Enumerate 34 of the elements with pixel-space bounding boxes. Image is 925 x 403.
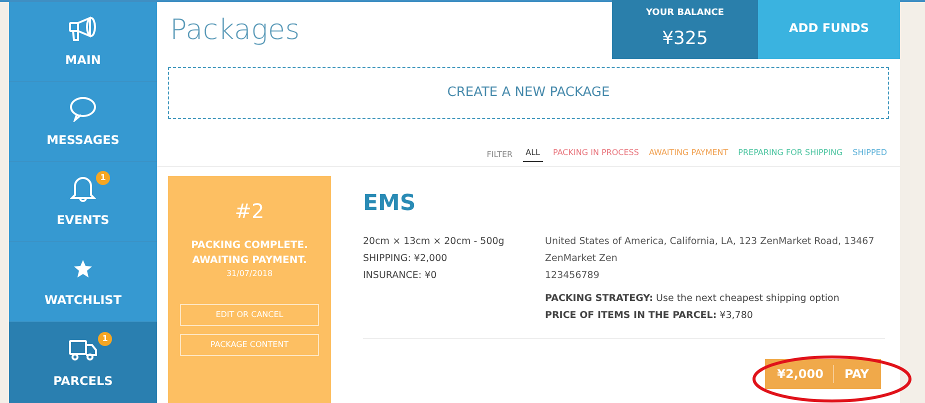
package-status: PACKING COMPLETE. AWAITING PAYMENT. [190, 239, 309, 268]
bell-icon [70, 174, 96, 202]
items-price: PRICE OF ITEMS IN THE PARCEL: ¥3,780 [545, 309, 754, 323]
balance-label: YOUR BALANCE [646, 7, 724, 20]
address-line: ZenMarket Zen [545, 252, 618, 266]
truck-icon [68, 338, 98, 362]
create-package-button[interactable]: CREATE A NEW PACKAGE [168, 67, 889, 119]
sidebar-item[interactable]: 1 PARCELS [9, 322, 157, 403]
filter-tab[interactable]: AWAITING PAYMENT [648, 147, 728, 162]
package-action-button[interactable]: EDIT OR CANCEL [180, 304, 319, 326]
shipping-cost: SHIPPING: ¥2,000 [363, 252, 448, 266]
pay-button[interactable]: ¥2,000 PAY [765, 359, 881, 389]
package-dimensions: 20cm × 13cm × 20cm - 500g [363, 235, 506, 249]
package-date: 31/07/2018 [226, 268, 273, 280]
insurance-cost: INSURANCE: ¥0 [363, 269, 438, 283]
add-funds-button[interactable]: ADD FUNDS [758, 0, 900, 59]
speech-bubble-icon [69, 96, 97, 122]
balance-amount: ¥325 [662, 26, 708, 51]
star-icon [73, 258, 93, 278]
package-action-button[interactable]: PACKAGE CONTENT [180, 334, 319, 356]
packing-strategy: PACKING STRATEGY: Use the next cheapest shipping option [545, 292, 840, 306]
count-badge: 1 [96, 170, 110, 184]
filter-label: FILTER [486, 148, 513, 160]
page-title: Packages [169, 12, 301, 48]
count-badge: 1 [98, 332, 112, 346]
address-line: United States of America, California, LA, 123 ZenMarket Road, 13467 [545, 235, 876, 249]
package-number: #2 [234, 198, 264, 225]
filter-tab[interactable]: SHIPPED [852, 147, 887, 162]
filter-tab[interactable]: PACKING IN PROCESS [553, 147, 639, 162]
shipping-method: EMS [363, 193, 417, 215]
filter-tab[interactable]: ALL [522, 147, 544, 162]
filter-tab[interactable]: PREPARING FOR SHIPPING [738, 147, 843, 162]
address-line: 123456789 [545, 269, 600, 283]
megaphone-icon [68, 16, 98, 42]
